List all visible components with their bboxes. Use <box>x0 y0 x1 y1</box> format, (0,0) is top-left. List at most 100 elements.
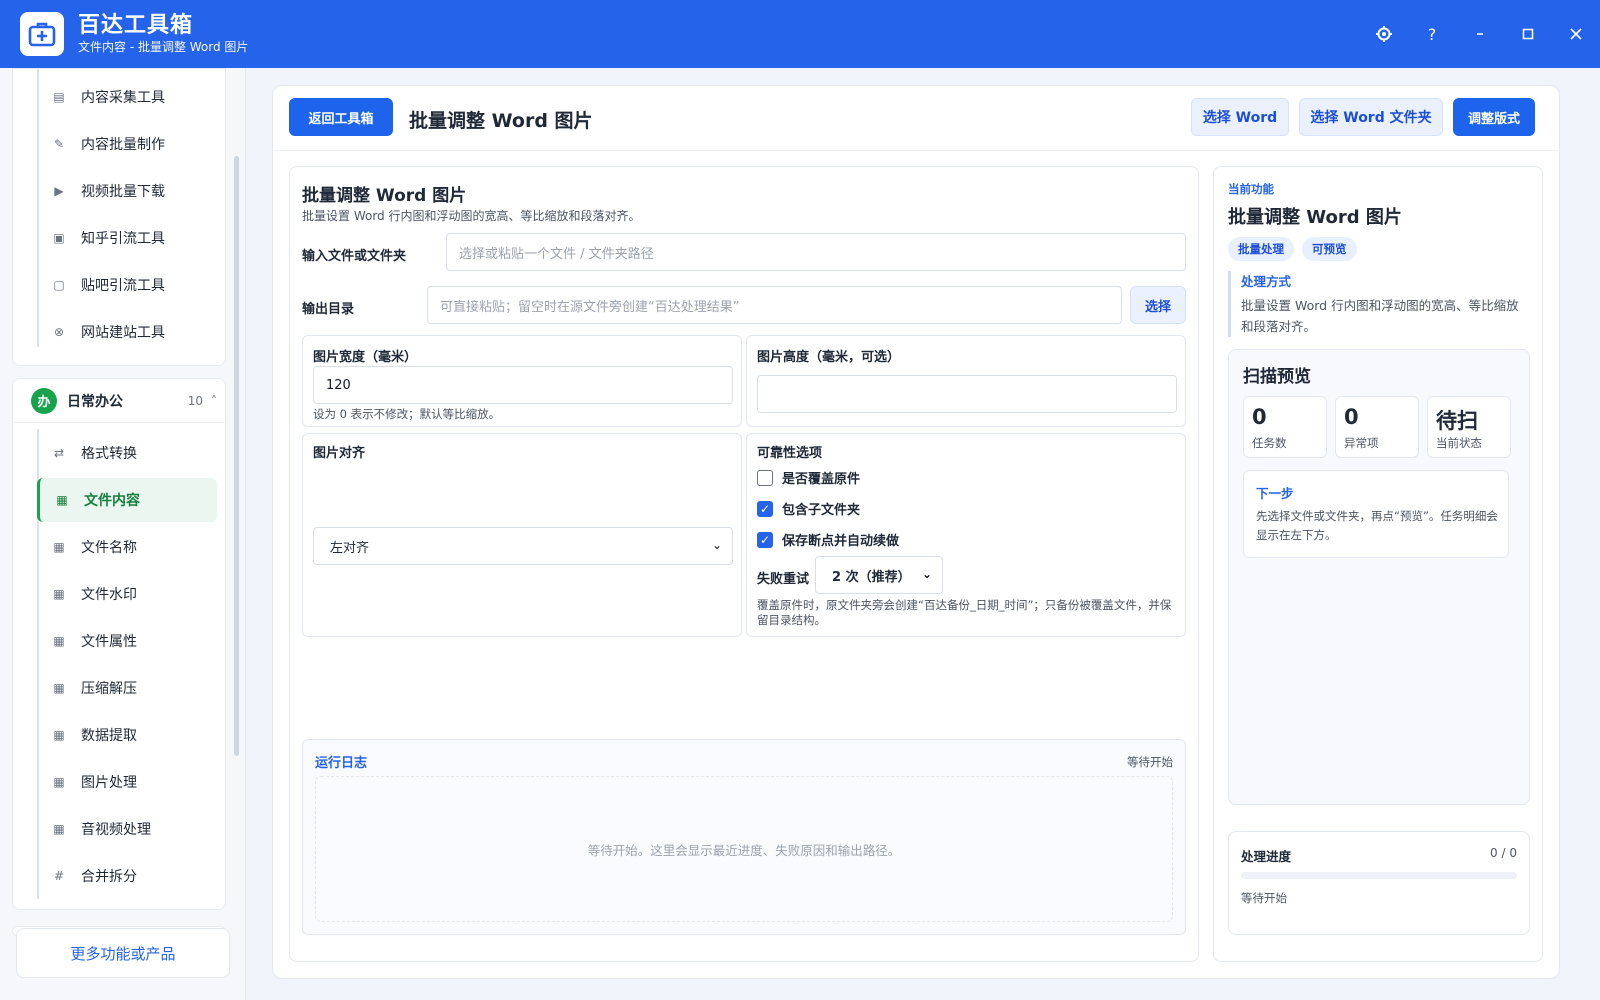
progress-count: 0 / 0 <box>1490 846 1517 860</box>
zhihu-icon: ▣ <box>53 231 65 245</box>
grid-icon: ▦ <box>56 493 68 507</box>
back-to-toolbox-button[interactable]: 返回工具箱 <box>289 98 393 136</box>
grid-icon: ▦ <box>53 540 65 554</box>
chevron-down-icon: ⌄ <box>921 567 932 581</box>
grid-icon: ▦ <box>53 728 65 742</box>
group-count: 10 <box>187 393 203 408</box>
title-bar: 百达工具箱 文件内容 - 批量调整 Word 图片 ? <box>0 0 1600 68</box>
sidebar-item-image-process[interactable]: ▦ 图片处理 <box>37 760 217 804</box>
select-word-folder-button[interactable]: 选择 Word 文件夹 <box>1299 98 1443 136</box>
sidebar-item-compress[interactable]: ▦ 压缩解压 <box>37 666 217 710</box>
backup-hint: 覆盖原件时，原文件夹旁会创建“百达备份_日期_时间”；只备份被覆盖文件，并保留目… <box>757 598 1172 627</box>
swap-icon: ⇄ <box>53 446 65 460</box>
help-icon[interactable]: ? <box>1408 0 1456 68</box>
input-path-field[interactable]: 选择或粘贴一个文件 / 文件夹路径 <box>446 233 1186 271</box>
more-products-button[interactable]: 更多功能或产品 <box>16 928 230 978</box>
input-path-label: 输入文件或文件夹 <box>302 249 407 264</box>
sidebar-item-file-name[interactable]: ▦ 文件名称 <box>37 525 217 569</box>
group-badge: 办 <box>31 387 57 414</box>
height-label: 图片高度（毫米，可选） <box>757 350 901 365</box>
sidebar-scrollbar[interactable] <box>232 68 240 1000</box>
app-subtitle: 文件内容 - 批量调整 Word 图片 <box>78 40 249 54</box>
log-area: 等待开始。这里会显示最近进度、失败原因和输出路径。 <box>315 776 1173 922</box>
align-select[interactable]: 左对齐 ⌄ <box>313 527 733 565</box>
method-desc: 批量设置 Word 行内图和浮动图的宽高、等比缩放和段落对齐。 <box>1241 298 1519 334</box>
overwrite-original-checkbox[interactable]: 是否覆盖原件 <box>757 468 860 487</box>
sidebar-item-zhihu[interactable]: ▣ 知乎引流工具 <box>37 216 217 260</box>
sidebar-item-format-convert[interactable]: ⇄ 格式转换 <box>37 431 217 475</box>
toolbar-divider <box>273 150 1561 151</box>
output-dir-field[interactable]: 可直接粘贴；留空时在源文件旁创建“百达处理结果” <box>427 286 1122 324</box>
app-title: 百达工具箱 <box>78 13 194 38</box>
retry-label: 失败重试 <box>757 572 810 587</box>
grid-icon: ▦ <box>53 587 65 601</box>
include-subfolders-checkbox[interactable]: ✓ 包含子文件夹 <box>757 499 860 518</box>
width-input[interactable]: 120 <box>313 366 733 404</box>
tag-batch: 批量处理 <box>1228 237 1294 261</box>
web-icon: ⊗ <box>53 325 65 339</box>
sidebar: ▤ 内容采集工具 ✎ 内容批量制作 ▶ 视频批量下载 ▣ 知乎引流工具 ▢ 贴吧… <box>0 68 246 1000</box>
stat-current-status: 待扫 当前状态 <box>1427 396 1511 458</box>
sidebar-item-website[interactable]: ⊗ 网站建站工具 <box>37 310 217 354</box>
sidebar-item-audio-video[interactable]: ▦ 音视频处理 <box>37 807 217 851</box>
next-step-title: 下一步 <box>1256 486 1294 501</box>
run-log-card: 运行日志 等待开始 等待开始。这里会显示最近进度、失败原因和输出路径。 <box>302 739 1186 935</box>
reliability-label: 可靠性选项 <box>757 446 823 461</box>
sidebar-item-data-extract[interactable]: ▦ 数据提取 <box>37 713 217 757</box>
stat-error-count: 0 异常项 <box>1335 396 1419 458</box>
form-card: 批量调整 Word 图片 批量设置 Word 行内图和浮动图的宽高、等比缩放和段… <box>289 166 1199 962</box>
next-step-card: 下一步 先选择文件或文件夹，再点“预览”。任务明细会显示在左下方。 <box>1243 470 1509 558</box>
sidebar-office-group: 办 日常办公 10 ˄ ⇄ 格式转换 ▦ 文件内容 ▦ 文件名称 ▦ 文件水印 … <box>12 378 227 910</box>
sidebar-item-file-properties[interactable]: ▦ 文件属性 <box>37 619 217 663</box>
select-word-button[interactable]: 选择 Word <box>1191 98 1289 136</box>
checkbox-checked-icon[interactable]: ✓ <box>757 531 773 548</box>
scrollbar-thumb[interactable] <box>234 156 239 756</box>
adjust-layout-button[interactable]: 调整版式 <box>1453 98 1535 136</box>
sidebar-item-file-watermark[interactable]: ▦ 文件水印 <box>37 572 217 616</box>
hash-icon: # <box>53 869 65 883</box>
current-function-panel: 当前功能 批量调整 Word 图片 批量处理 可预览 处理方式 批量设置 Wor… <box>1213 166 1543 962</box>
height-input[interactable] <box>757 375 1177 413</box>
chevron-up-icon[interactable]: ˄ <box>211 394 217 408</box>
group-header-office[interactable]: 办 日常办公 10 ˄ <box>13 379 227 423</box>
maximize-icon[interactable] <box>1504 0 1552 68</box>
sidebar-item-content-batch[interactable]: ✎ 内容批量制作 <box>37 122 217 166</box>
align-card: 图片对齐 左对齐 ⌄ <box>302 433 742 637</box>
form-title: 批量调整 Word 图片 <box>302 186 467 206</box>
current-function-eyebrow: 当前功能 <box>1228 182 1274 196</box>
progress-title: 处理进度 <box>1241 849 1292 864</box>
reliability-card: 可靠性选项 是否覆盖原件 ✓ 包含子文件夹 ✓ 保存断点并自动续做 失败重试 2… <box>746 433 1186 637</box>
chevron-down-icon: ⌄ <box>711 538 722 552</box>
retry-select[interactable]: 2 次（推荐） ⌄ <box>815 556 943 594</box>
width-card: 图片宽度（毫米） 120 设为 0 表示不修改；默认等比缩放。 <box>302 335 742 427</box>
method-block: 处理方式 批量设置 Word 行内图和浮动图的宽高、等比缩放和段落对齐。 <box>1228 271 1528 337</box>
sidebar-item-video-download[interactable]: ▶ 视频批量下载 <box>37 169 217 213</box>
output-select-button[interactable]: 选择 <box>1130 286 1186 324</box>
form-description: 批量设置 Word 行内图和浮动图的宽高、等比缩放和段落对齐。 <box>302 209 641 223</box>
progress-status: 等待开始 <box>1241 891 1287 905</box>
toolbox-icon <box>20 12 64 56</box>
log-status: 等待开始 <box>1127 755 1173 769</box>
settings-gear-icon[interactable] <box>1360 0 1408 68</box>
sidebar-item-content-collect[interactable]: ▤ 内容采集工具 <box>37 75 217 119</box>
grid-icon: ▦ <box>53 775 65 789</box>
minimize-icon[interactable] <box>1456 0 1504 68</box>
sidebar-item-merge-split[interactable]: # 合并拆分 <box>37 854 217 898</box>
height-card: 图片高度（毫米，可选） <box>746 335 1186 427</box>
checkbox-unchecked-icon[interactable] <box>757 469 773 486</box>
checkbox-checked-icon[interactable]: ✓ <box>757 500 773 517</box>
scan-preview-card: 扫描预览 0 任务数 0 异常项 待扫 当前状态 下一步 先选择文件或文件夹，再… <box>1228 349 1530 805</box>
log-title: 运行日志 <box>315 756 368 771</box>
resume-checkpoint-checkbox[interactable]: ✓ 保存断点并自动续做 <box>757 530 899 549</box>
align-label: 图片对齐 <box>313 446 366 461</box>
output-dir-label: 输出目录 <box>302 302 355 317</box>
close-icon[interactable] <box>1552 0 1600 68</box>
grid-icon: ▦ <box>53 681 65 695</box>
progress-card: 处理进度 0 / 0 等待开始 <box>1228 831 1530 935</box>
pen-icon: ✎ <box>53 137 65 151</box>
scan-title: 扫描预览 <box>1243 367 1311 387</box>
sidebar-tools-group: ▤ 内容采集工具 ✎ 内容批量制作 ▶ 视频批量下载 ▣ 知乎引流工具 ▢ 贴吧… <box>12 68 226 366</box>
sidebar-item-file-content[interactable]: ▦ 文件内容 <box>37 478 217 522</box>
group-name: 日常办公 <box>67 393 123 410</box>
sidebar-item-tieba[interactable]: ▢ 贴吧引流工具 <box>37 263 217 307</box>
